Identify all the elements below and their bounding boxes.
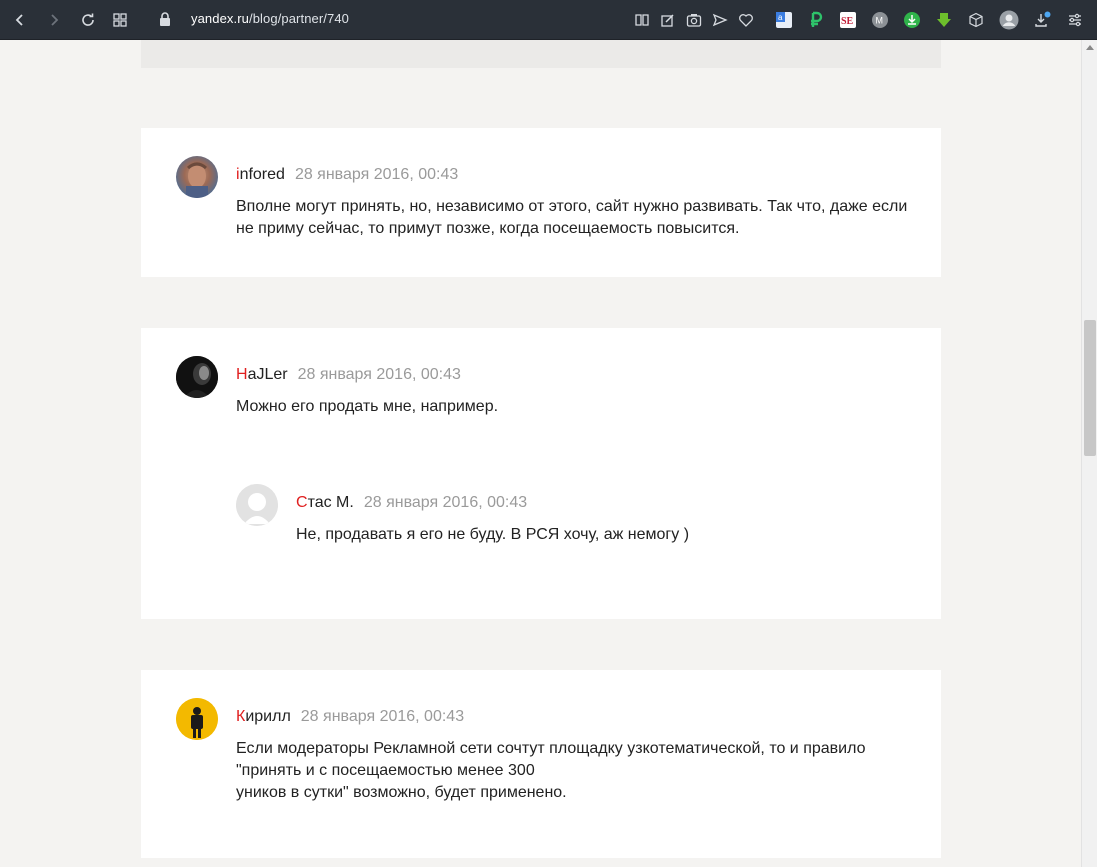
url-path: /blog/partner/740 — [249, 11, 349, 26]
reload-icon[interactable] — [76, 8, 100, 32]
svg-text:M: M — [876, 16, 884, 26]
download-green-icon[interactable] — [900, 8, 924, 32]
author-name[interactable]: Кирилл — [236, 708, 291, 726]
comment-date[interactable]: 28 января 2016, 00:43 — [295, 166, 458, 184]
ruble-extension-icon[interactable] — [804, 8, 828, 32]
translate-extension-icon[interactable]: a — [772, 8, 796, 32]
scroll-thumb[interactable] — [1084, 320, 1096, 456]
scroll-up-arrow-icon[interactable] — [1086, 45, 1094, 50]
heart-icon[interactable] — [734, 8, 758, 32]
author-rest: aJLer — [247, 366, 288, 383]
vertical-scrollbar[interactable] — [1081, 40, 1097, 867]
comment-text: Можно его продать мне, например. — [236, 398, 499, 415]
avatar[interactable] — [176, 698, 218, 740]
comment-card: HaJLer 28 января 2016, 00:43 Можно его п… — [141, 328, 941, 619]
cube-icon[interactable] — [964, 8, 988, 32]
forward-icon[interactable] — [42, 8, 66, 32]
m-extension-icon[interactable]: M — [868, 8, 892, 32]
address-bar[interactable]: yandex.ru/blog/partner/740 — [191, 11, 349, 26]
arrow-down-extension-icon[interactable] — [932, 8, 956, 32]
settings-icon[interactable] — [1063, 8, 1087, 32]
browser-toolbar: yandex.ru/blog/partner/740 a SE M — [0, 0, 1097, 40]
avatar[interactable] — [176, 356, 218, 398]
reader-icon[interactable] — [630, 8, 654, 32]
author-rest: ирилл — [245, 708, 291, 725]
svg-text:SE: SE — [841, 16, 854, 27]
comment-date[interactable]: 28 января 2016, 00:43 — [301, 708, 464, 726]
comment-header: HaJLer 28 января 2016, 00:43 — [236, 366, 461, 384]
comment-header: infored 28 января 2016, 00:43 — [236, 166, 458, 184]
url-domain: yandex.ru — [191, 11, 249, 26]
author-rest: тас М. — [307, 494, 354, 511]
page-content: infored 28 января 2016, 00:43 Вполне мог… — [0, 40, 1081, 867]
author-name[interactable]: infored — [236, 166, 285, 184]
tabs-grid-icon[interactable] — [108, 8, 132, 32]
back-icon[interactable] — [8, 8, 32, 32]
author-name[interactable]: HaJLer — [236, 366, 288, 384]
comment-date[interactable]: 28 января 2016, 00:43 — [298, 366, 461, 384]
comment-text: Если модераторы Рекламной сети сочтут пл… — [236, 740, 866, 801]
comment-card: infored 28 января 2016, 00:43 Вполне мог… — [141, 128, 941, 277]
lock-icon[interactable] — [158, 11, 174, 29]
svg-text:a: a — [778, 13, 783, 22]
avatar-placeholder[interactable] — [236, 484, 278, 526]
se-extension-icon[interactable]: SE — [836, 8, 860, 32]
camera-icon[interactable] — [682, 8, 706, 32]
previous-card-bottom — [141, 40, 941, 68]
author-initial: К — [236, 708, 246, 725]
author-initial: H — [236, 366, 248, 383]
downloads-icon[interactable] — [1030, 8, 1054, 32]
comment-card: Кирилл 28 января 2016, 00:43 Если модера… — [141, 670, 941, 858]
author-rest: nfored — [239, 166, 285, 183]
author-initial: С — [296, 494, 308, 511]
author-name[interactable]: Стас М. — [296, 494, 354, 512]
reply-header: Стас М. 28 января 2016, 00:43 — [296, 494, 527, 512]
edit-icon[interactable] — [656, 8, 680, 32]
avatar[interactable] — [176, 156, 218, 198]
comment-header: Кирилл 28 января 2016, 00:43 — [236, 708, 464, 726]
comment-date[interactable]: 28 января 2016, 00:43 — [364, 494, 527, 512]
send-icon[interactable] — [708, 8, 732, 32]
reply-text: Не, продавать я его не буду. В РСЯ хочу,… — [296, 526, 690, 543]
profile-icon[interactable] — [997, 8, 1021, 32]
comment-text: Вполне могут принять, но, независимо от … — [236, 198, 908, 237]
